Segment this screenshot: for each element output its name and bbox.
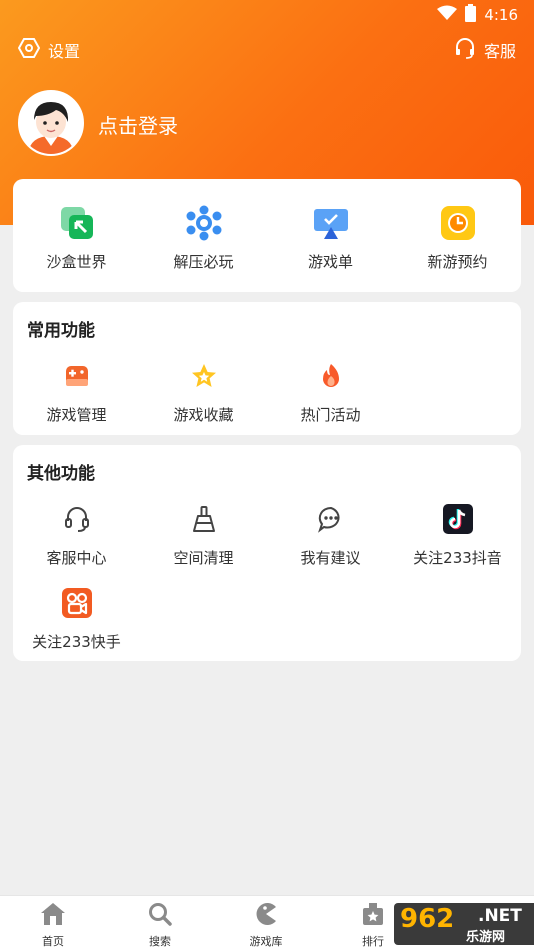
broom-icon	[186, 501, 222, 537]
battery-icon	[465, 4, 477, 26]
bottom-navigation: 首页 搜索 游戏库 排行 962 .NET 乐游网	[0, 895, 534, 949]
common-item-label: 游戏管理	[46, 406, 107, 424]
nav-label: 搜索	[149, 935, 171, 948]
nav-search[interactable]: 搜索	[130, 902, 190, 949]
other-item-space-clean[interactable]: 空间清理	[140, 501, 267, 568]
nav-label: 首页	[42, 935, 64, 948]
other-item-follow-douyin[interactable]: 关注233抖音	[394, 501, 521, 568]
watermark-number: 962	[400, 904, 455, 934]
gamepad-icon	[59, 358, 95, 394]
nav-home[interactable]: 首页	[23, 902, 83, 949]
nav-game-library[interactable]: 游戏库	[236, 902, 296, 949]
status-time: 4:16	[484, 6, 518, 24]
wifi-icon	[437, 5, 458, 25]
common-item-label: 热门活动	[300, 406, 361, 424]
common-item-label: 游戏收藏	[173, 406, 234, 424]
settings-label: 设置	[48, 42, 81, 61]
fire-icon	[313, 358, 349, 394]
common-item-game-manage[interactable]: 游戏管理	[13, 358, 140, 425]
quick-item-decompress[interactable]: 解压必玩	[140, 205, 267, 272]
nav-label: 游戏库	[249, 935, 283, 948]
quick-item-game-list[interactable]: 游戏单	[267, 205, 394, 272]
chat-bubble-icon	[313, 501, 349, 537]
watermark-net: .NET	[478, 906, 522, 926]
other-item-follow-kuaishou[interactable]: 关注233快手	[13, 585, 140, 652]
kuaishou-icon	[59, 585, 95, 621]
quick-item-label: 沙盒世界	[46, 253, 107, 271]
other-item-label: 我有建议	[300, 549, 361, 567]
other-item-label: 关注233抖音	[413, 549, 502, 567]
other-item-label: 客服中心	[46, 549, 107, 567]
other-item-label: 空间清理	[173, 549, 234, 567]
sandbox-icon	[59, 205, 95, 241]
headset-icon	[454, 37, 476, 63]
quick-item-label: 新游预约	[427, 253, 488, 271]
quick-item-sandbox[interactable]: 沙盒世界	[13, 205, 140, 272]
other-item-label: 关注233快手	[32, 633, 121, 651]
game-list-icon	[313, 205, 349, 241]
common-item-favorites[interactable]: 游戏收藏	[140, 358, 267, 425]
section-title: 其他功能	[27, 464, 95, 484]
watermark-site: 乐游网	[466, 930, 506, 945]
site-watermark: 962 .NET 乐游网	[394, 903, 534, 945]
settings-button[interactable]: 设置	[17, 37, 81, 63]
decompress-icon	[186, 205, 222, 241]
headset-icon	[59, 501, 95, 537]
other-item-suggestion[interactable]: 我有建议	[267, 501, 394, 568]
section-title: 常用功能	[27, 321, 95, 341]
common-item-hot-events[interactable]: 热门活动	[267, 358, 394, 425]
search-icon	[148, 902, 172, 930]
other-item-service-center[interactable]: 客服中心	[13, 501, 140, 568]
quick-item-label: 解压必玩	[173, 253, 234, 271]
common-functions-card: 常用功能 游戏管理 游戏收藏 热门活动	[13, 302, 521, 435]
nav-label: 排行	[362, 935, 384, 948]
ranking-icon	[361, 902, 385, 930]
settings-gear-icon	[17, 37, 41, 63]
service-label: 客服	[483, 42, 516, 61]
game-library-icon	[254, 902, 278, 930]
other-functions-card: 其他功能 客服中心 空间清理 我有建议 关注233抖音 关注233快手	[13, 445, 521, 661]
login-prompt[interactable]: 点击登录	[98, 110, 178, 139]
status-bar: 4:16	[437, 4, 518, 26]
star-icon	[186, 358, 222, 394]
home-icon	[40, 902, 66, 930]
avatar[interactable]	[18, 90, 84, 156]
customer-service-button[interactable]: 客服	[454, 38, 516, 62]
douyin-icon	[440, 501, 476, 537]
reservation-clock-icon	[440, 205, 476, 241]
quick-entry-card: 沙盒世界 解压必玩 游戏单 新游预约	[13, 179, 521, 292]
quick-item-label: 游戏单	[307, 253, 353, 271]
quick-item-reservation[interactable]: 新游预约	[394, 205, 521, 272]
